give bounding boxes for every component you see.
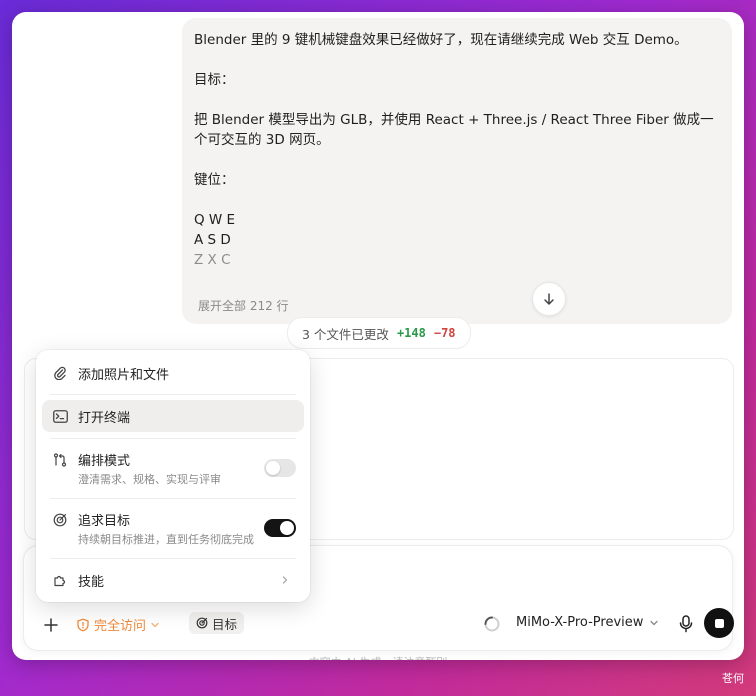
composer-add-menu: 添加照片和文件 打开终端 编排模式 澄清需求、规格、实现与评审 追求目标 持续朝… — [36, 350, 310, 602]
menu-item-terminal[interactable]: 打开终端 — [42, 400, 304, 432]
stop-button[interactable] — [704, 608, 734, 638]
message-blank-line — [194, 90, 720, 110]
toggle-knob — [266, 461, 280, 475]
menu-item-skills[interactable]: 技能 — [42, 564, 304, 596]
menu-divider — [50, 438, 296, 439]
user-message-text: Blender 里的 9 键机械键盘效果已经做好了，现在请继续完成 Web 交互… — [194, 30, 720, 270]
chevron-down-icon — [650, 620, 659, 625]
footer-hint: 内容由 AI 生成，请注意甄别 — [12, 654, 744, 660]
git-compare-icon — [52, 452, 68, 468]
menu-item-label: 打开终端 — [78, 411, 131, 426]
menu-item-label: 追求目标 — [78, 514, 131, 529]
access-mode-label: 完全访问 — [94, 619, 147, 634]
menu-item-label: 编排模式 — [78, 454, 131, 469]
chevron-right-icon — [282, 576, 288, 584]
plan-mode-toggle[interactable] — [264, 459, 296, 477]
message-line: Blender 里的 9 键机械键盘效果已经做好了，现在请继续完成 Web 交互… — [194, 32, 688, 48]
menu-item-label: 添加照片和文件 — [78, 368, 170, 383]
target-icon — [196, 617, 208, 629]
menu-item-label: 技能 — [78, 575, 105, 590]
microphone-button[interactable] — [676, 613, 696, 635]
access-mode-button[interactable]: 完全访问 — [76, 615, 160, 634]
menu-divider — [50, 498, 296, 499]
composer-toolbar: 完全访问 目标 MiMo-X-Pro-Preview — [24, 598, 734, 650]
message-line: Z X C — [194, 252, 231, 268]
message-blank-line — [194, 50, 720, 70]
scroll-down-button[interactable] — [532, 282, 566, 316]
message-blank-line — [194, 150, 720, 170]
paperclip-icon — [52, 365, 68, 381]
expand-all-link[interactable]: 展开全部 212 行 — [198, 297, 289, 314]
stop-icon — [714, 618, 724, 628]
additions-count: +148 — [396, 326, 426, 340]
watermark: 苍何 — [722, 672, 744, 685]
files-changed-summary: 3 个文件已更改 — [302, 326, 389, 342]
message-line: A S D — [194, 232, 231, 248]
microphone-icon — [679, 615, 693, 633]
menu-item-description: 持续朝目标推进，直到任务彻底完成 — [78, 533, 254, 546]
add-button[interactable] — [42, 616, 60, 634]
chevron-down-icon — [151, 622, 159, 627]
toggle-knob — [280, 521, 294, 535]
goal-chip-label: 目标 — [212, 616, 238, 632]
menu-item-goal-mode[interactable]: 追求目标 持续朝目标推进，直到任务彻底完成 — [42, 504, 304, 556]
message-blank-line — [194, 190, 720, 210]
goal-mode-toggle[interactable] — [264, 519, 296, 537]
message-line: Q W E — [194, 212, 236, 228]
plus-icon — [44, 618, 58, 632]
menu-divider — [50, 558, 296, 559]
puzzle-icon — [52, 572, 68, 588]
menu-item-description: 澄清需求、规格、实现与评审 — [78, 473, 221, 486]
message-line: 目标： — [194, 72, 235, 88]
target-icon — [52, 512, 68, 528]
model-selector[interactable]: MiMo-X-Pro-Preview — [516, 615, 659, 630]
terminal-icon — [52, 408, 68, 424]
menu-item-plan-mode[interactable]: 编排模式 澄清需求、规格、实现与评审 — [42, 444, 304, 496]
files-changed-pill[interactable]: 3 个文件已更改 +148 −78 — [287, 317, 471, 349]
menu-divider — [50, 394, 296, 395]
shield-warning-icon — [77, 618, 89, 631]
arrow-down-icon — [544, 293, 554, 305]
loading-spinner-icon — [484, 616, 500, 632]
deletions-count: −78 — [433, 326, 456, 340]
model-name: MiMo-X-Pro-Preview — [516, 615, 644, 630]
message-line: 把 Blender 模型导出为 GLB，并使用 React + Three.js… — [194, 112, 714, 148]
menu-item-attach[interactable]: 添加照片和文件 — [42, 358, 304, 388]
user-message-bubble: Blender 里的 9 键机械键盘效果已经做好了，现在请继续完成 Web 交互… — [182, 18, 732, 324]
goal-chip[interactable]: 目标 — [189, 612, 245, 634]
message-line: 键位： — [194, 172, 235, 188]
